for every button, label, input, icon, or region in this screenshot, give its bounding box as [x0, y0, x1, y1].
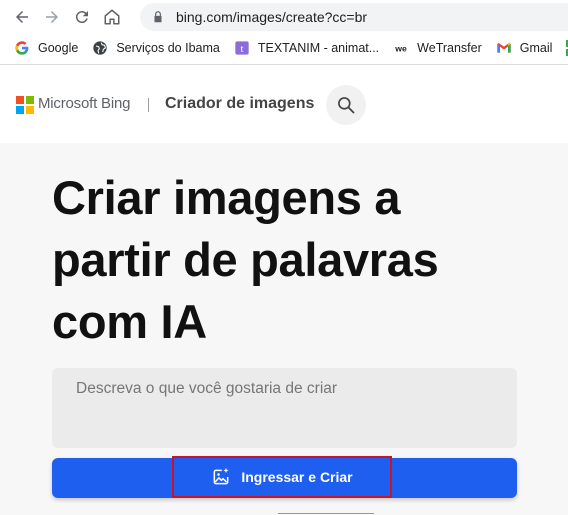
textanim-icon: t — [234, 40, 250, 56]
arrow-right-icon — [46, 11, 58, 23]
globe-icon — [92, 40, 108, 56]
bookmark-wetransfer[interactable]: we WeTransfer — [393, 40, 482, 56]
svg-text:we: we — [394, 43, 407, 53]
home-button[interactable] — [97, 2, 127, 32]
headline-line: partir de palavras — [52, 233, 439, 286]
bookmark-label: TEXTANIM - animat... — [257, 41, 380, 55]
microsoft-logo-icon[interactable] — [16, 96, 34, 114]
search-icon — [338, 97, 355, 114]
bookmark-textanim[interactable]: t TEXTANIM - animat... — [234, 40, 379, 56]
bookmarks-bar: Google Serviços do Ibama t TEXTANIM - an… — [0, 34, 568, 62]
divider-line — [278, 513, 374, 514]
address-bar[interactable]: bing.com/images/create?cc=br — [140, 3, 568, 31]
search-button[interactable] — [326, 85, 366, 125]
product-title[interactable]: Criador de imagens — [165, 95, 314, 113]
svg-text:t: t — [240, 44, 243, 55]
bookmark-gmail[interactable]: Gmail — [496, 40, 553, 56]
create-button-highlight[interactable]: Ingressar e Criar — [172, 456, 392, 498]
page-header: Microsoft Bing Criador de imagens — [0, 65, 568, 143]
reload-button[interactable] — [67, 2, 97, 32]
prompt-input[interactable]: Descreva o que você gostaria de criar — [52, 368, 517, 448]
headline-line: com IA — [52, 295, 207, 348]
bookmark-label: Google — [38, 41, 79, 55]
bookmark-label: WeTransfer — [417, 41, 482, 55]
create-button[interactable]: Ingressar e Criar — [52, 456, 517, 498]
header-divider — [148, 98, 149, 112]
forward-button[interactable] — [37, 2, 67, 32]
bookmark-ibama[interactable]: Serviços do Ibama — [92, 40, 220, 56]
create-button-label: Ingressar e Criar — [241, 469, 353, 485]
bookmark-label: Gmail — [519, 41, 553, 55]
google-icon — [14, 40, 30, 56]
hero-headline: Criar imagens a partir de palavras com I… — [52, 167, 512, 353]
back-button[interactable] — [7, 2, 37, 32]
prompt-placeholder: Descreva o que você gostaria de criar — [76, 380, 338, 397]
brand-name[interactable]: Microsoft Bing — [38, 95, 130, 112]
arrow-left-icon — [16, 11, 28, 23]
bookmark-google[interactable]: Google — [14, 40, 78, 56]
headline-line: Criar imagens a — [52, 171, 401, 224]
reload-icon — [75, 11, 88, 24]
bookmark-label: Serviços do Ibama — [116, 41, 220, 55]
url-text: bing.com/images/create?cc=br — [176, 9, 368, 25]
home-icon — [104, 9, 120, 25]
wetransfer-icon: we — [393, 40, 409, 56]
browser-toolbar: bing.com/images/create?cc=br — [0, 0, 568, 34]
hero-section: Criar imagens a partir de palavras com I… — [0, 143, 568, 515]
lock-icon — [154, 11, 162, 23]
gmail-icon — [496, 40, 512, 56]
image-sparkle-icon — [213, 467, 230, 485]
